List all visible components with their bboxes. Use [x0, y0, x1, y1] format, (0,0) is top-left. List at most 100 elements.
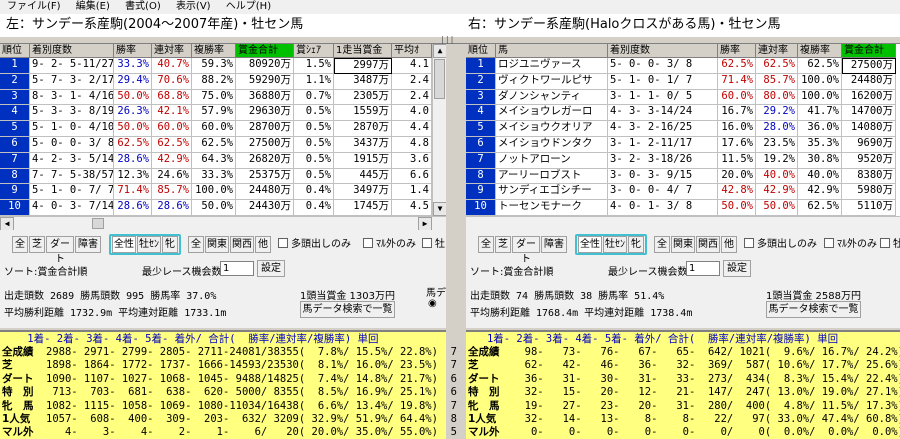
column-header[interactable]: 1走当賞金 [334, 44, 392, 58]
column-header[interactable]: 順位 [0, 44, 30, 58]
column-header[interactable]: 連対率 [756, 44, 798, 58]
menu-help[interactable]: ヘルプ(H) [226, 0, 271, 14]
horse-search-list-button[interactable]: 馬データ検索で一覧 [766, 301, 861, 318]
min-race-input[interactable]: 1 [686, 261, 720, 276]
course-west-button[interactable]: 関西 [696, 236, 720, 253]
scroll-left-icon[interactable]: ◀ [0, 217, 14, 231]
prize-per-run-cell: 1745万 [334, 200, 392, 216]
column-header[interactable]: 複勝率 [798, 44, 842, 58]
checkbox-icon[interactable] [422, 238, 432, 248]
prize-per-run-cell: 2997万 [334, 58, 392, 74]
summary-row-label: 芝 [468, 359, 479, 372]
foreign-only-checkbox[interactable]: ﾏﾙ外のみ [824, 238, 877, 251]
set-button[interactable]: 設定 [257, 260, 285, 277]
extra-checkbox[interactable]: 牡 [880, 238, 900, 251]
record-cell: 3- 0- 0- 4/ 7 [608, 184, 718, 201]
right-horizontal-scrollbar[interactable] [466, 216, 900, 230]
horizontal-splitter[interactable]: ||| [0, 35, 900, 44]
top2-rate-cell: 42.9% [152, 152, 192, 169]
multi-entry-label: 多頭出しのみ [757, 239, 817, 250]
surface-dirt-button[interactable]: ダート [512, 236, 540, 265]
horse-search-list-button[interactable]: 馬データ検索で一覧 [300, 301, 395, 318]
surface-turf-button[interactable]: 芝 [29, 236, 45, 253]
win-rate-cell: 60.0% [718, 89, 756, 106]
top3-rate-cell: 100.0% [798, 73, 842, 90]
scroll-right-icon[interactable]: ▶ [418, 217, 432, 231]
sex-male-button[interactable]: 牡ｾﾝ [603, 236, 627, 253]
column-header[interactable]: 勝率 [718, 44, 756, 58]
course-west-button[interactable]: 関西 [230, 236, 254, 253]
foreign-only-checkbox[interactable]: ﾏﾙ外のみ [363, 238, 416, 251]
column-header[interactable]: 勝率 [114, 44, 152, 58]
column-header[interactable]: 賞金合計 [842, 44, 896, 58]
course-all-button[interactable]: 全 [654, 236, 670, 253]
left-vertical-scrollbar[interactable]: ▲ ▼ [432, 44, 447, 216]
min-race-label: 最少レース機会数 [608, 267, 688, 278]
min-race-input[interactable]: 1 [220, 261, 254, 276]
surface-dirt-button[interactable]: ダート [46, 236, 74, 265]
surface-turf-button[interactable]: 芝 [495, 236, 511, 253]
sex-female-button[interactable]: 牝 [628, 236, 644, 253]
top2-rate-cell: 42.9% [756, 184, 798, 201]
column-header[interactable]: 賞ｼｪｱ [294, 44, 334, 58]
top3-rate-cell: 88.2% [192, 73, 236, 90]
sex-female-button[interactable]: 牝 [162, 236, 178, 253]
checkbox-icon[interactable] [744, 238, 754, 248]
surface-all-button[interactable]: 全 [12, 236, 28, 253]
prize-total-cell: 24430万 [236, 200, 294, 216]
left-horizontal-scrollbar[interactable]: ◀ ▶ [0, 216, 446, 231]
column-header[interactable]: 複勝率 [192, 44, 236, 58]
menu-view[interactable]: 表示(V) [176, 0, 211, 14]
prize-total-cell: 26820万 [236, 152, 294, 169]
sex-all-button[interactable]: 全性 [578, 236, 602, 253]
course-east-button[interactable]: 関東 [205, 236, 229, 253]
column-header[interactable]: 連対率 [152, 44, 192, 58]
left-side-radio-icon[interactable]: ◉ [428, 298, 437, 309]
column-header[interactable]: 馬 [496, 44, 608, 58]
column-header[interactable]: 着別度数 [608, 44, 718, 58]
multi-entry-checkbox[interactable]: 多頭出しのみ [278, 238, 351, 251]
left-ranking-grid[interactable]: 順位 着別度数 勝率 連対率 複勝率 賞金合計 賞ｼｪｱ 1走当賞金 平均ｵ 1 9- 2- 5-1… [0, 44, 432, 216]
surface-jump-button[interactable]: 障害 [75, 236, 101, 253]
course-east-button[interactable]: 関東 [671, 236, 695, 253]
top3-rate-cell: 100.0% [798, 89, 842, 106]
course-all-button[interactable]: 全 [188, 236, 204, 253]
top2-rate-cell: 40.0% [756, 168, 798, 185]
checkbox-icon[interactable] [278, 238, 288, 248]
column-header[interactable]: 着別度数 [30, 44, 114, 58]
checkbox-icon[interactable] [880, 238, 890, 248]
column-header[interactable]: 順位 [466, 44, 496, 58]
avg-odds-cell: 4.1 [392, 58, 432, 74]
scroll-up-icon[interactable]: ▲ [433, 44, 447, 58]
rank-cell: 3 [466, 89, 496, 106]
set-button[interactable]: 設定 [723, 260, 751, 277]
splitter-grip-icon[interactable]: ||| [440, 35, 454, 44]
checkbox-icon[interactable] [363, 238, 373, 248]
sex-all-button[interactable]: 全性 [112, 236, 136, 253]
extra-checkbox[interactable]: 牡 [422, 238, 445, 251]
scroll-thumb[interactable] [434, 59, 445, 99]
checkbox-icon[interactable] [824, 238, 834, 248]
course-other-button[interactable]: 他 [721, 236, 737, 253]
prize-share-cell: 0.5% [294, 168, 334, 185]
column-header[interactable]: 賞金合計 [236, 44, 294, 58]
prize-per-run-cell: 445万 [334, 168, 392, 185]
sex-male-button[interactable]: 牡ｾﾝ [137, 236, 161, 253]
record-cell: 4- 0- 1- 3/ 8 [608, 200, 718, 216]
course-other-button[interactable]: 他 [255, 236, 271, 253]
scroll-down-icon[interactable]: ▼ [433, 202, 447, 216]
multi-entry-checkbox[interactable]: 多頭出しのみ [744, 238, 817, 251]
scroll-thumb-h[interactable] [92, 218, 104, 229]
right-ranking-grid[interactable]: 順位馬着別度数 勝率 連対率 複勝率 賞金合計 1 ロジユニヴァース 5- 0- 0- 3/ … [466, 44, 900, 216]
prize-share-cell: 1.5% [294, 58, 334, 74]
column-header[interactable]: 平均ｵ [392, 44, 432, 58]
prize-total-cell: 5980万 [842, 184, 896, 201]
menu-file[interactable]: ファイル(F) [7, 0, 61, 14]
record-cell: 9- 2- 5-11/27 [30, 58, 114, 74]
summary-row-label: 1人気 [2, 413, 31, 425]
menu-edit[interactable]: 編集(E) [76, 0, 110, 14]
win-rate-cell: 50.0% [114, 121, 152, 137]
surface-jump-button[interactable]: 障害 [541, 236, 567, 253]
surface-all-button[interactable]: 全 [478, 236, 494, 253]
menu-format[interactable]: 書式(O) [125, 0, 161, 14]
